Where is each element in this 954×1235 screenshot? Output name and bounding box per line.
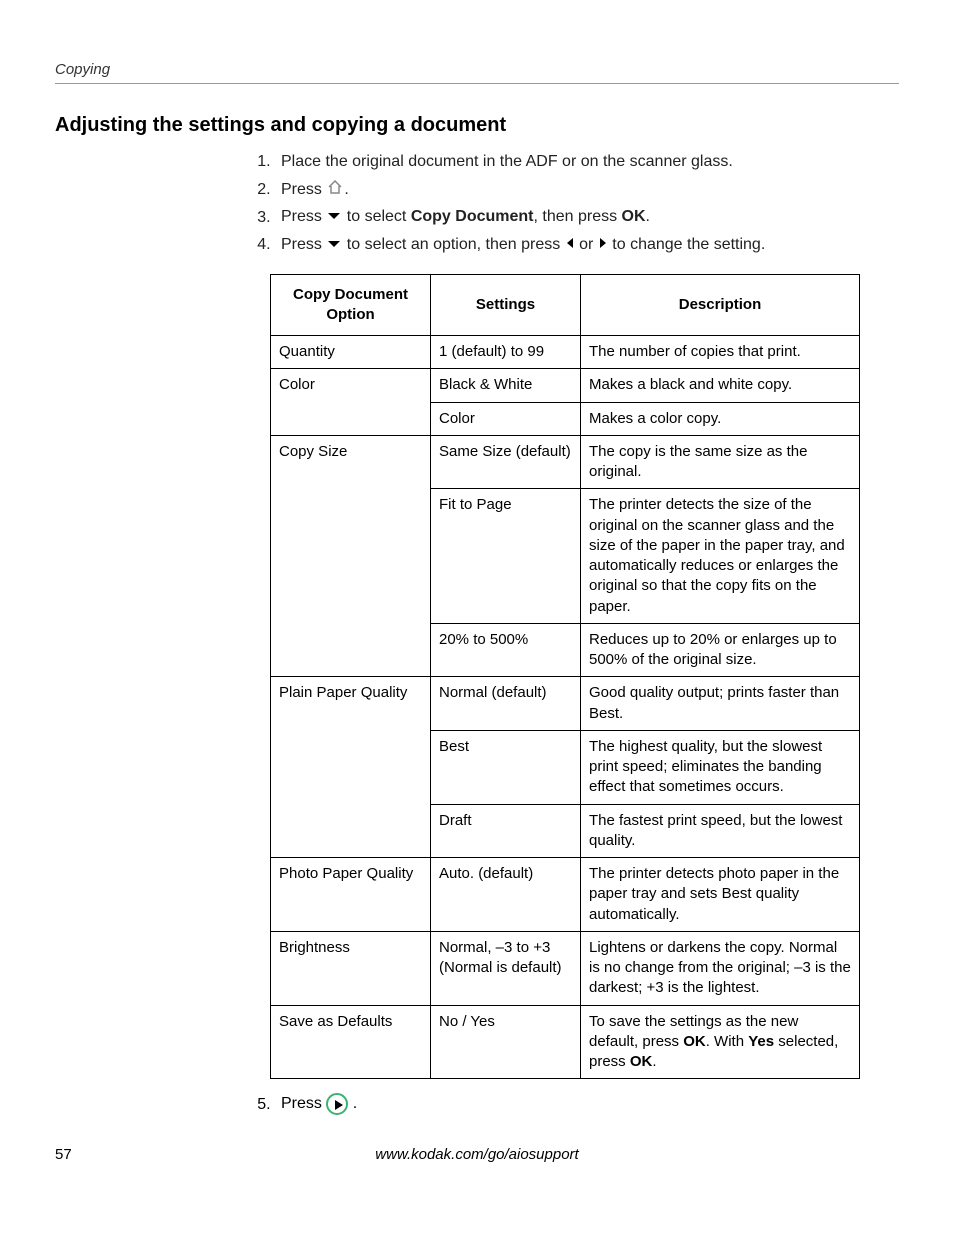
cell-desc: The fastest print speed, but the lowest … (581, 804, 860, 858)
cell-desc: The printer detects the size of the orig… (581, 489, 860, 624)
cell-setting: Draft (431, 804, 581, 858)
cell-option-empty (271, 489, 431, 624)
step-5: Press . (275, 1093, 899, 1115)
cell-desc: Good quality output; prints faster than … (581, 677, 860, 731)
table-row: Photo Paper Quality Auto. (default) The … (271, 858, 860, 932)
table-row: 20% to 500% Reduces up to 20% or enlarge… (271, 623, 860, 677)
cell-desc: The number of copies that print. (581, 336, 860, 369)
instruction-list: Place the original document in the ADF o… (55, 151, 899, 255)
footer-url: www.kodak.com/go/aiosupport (375, 1146, 578, 1163)
table-row: Quantity 1 (default) to 99 The number of… (271, 336, 860, 369)
step-5-text-a: Press (281, 1096, 326, 1113)
cell-desc: Lightens or darkens the copy. Normal is … (581, 931, 860, 1005)
cell-setting: Fit to Page (431, 489, 581, 624)
cell-option: Brightness (271, 931, 431, 1005)
cell-option: Save as Defaults (271, 1005, 431, 1079)
table-row: Fit to Page The printer detects the size… (271, 489, 860, 624)
play-start-icon (326, 1093, 348, 1115)
table-row: Draft The fastest print speed, but the l… (271, 804, 860, 858)
table-row: Best The highest quality, but the slowes… (271, 730, 860, 804)
step-1: Place the original document in the ADF o… (275, 151, 899, 173)
step-3-text-b: to select (342, 209, 410, 226)
step-3-text-d: , then press (534, 209, 622, 226)
cell-option-empty (271, 402, 431, 435)
cell-setting: 20% to 500% (431, 623, 581, 677)
cell-option: Copy Size (271, 435, 431, 489)
desc-text: . With (706, 1033, 749, 1050)
cell-desc: Reduces up to 20% or enlarges up to 500%… (581, 623, 860, 677)
cell-desc: The printer detects photo paper in the p… (581, 858, 860, 932)
col-header-settings: Settings (431, 274, 581, 336)
header-divider (55, 83, 899, 84)
table-row: Color Makes a color copy. (271, 402, 860, 435)
step-3-bold-ok: OK (622, 209, 646, 226)
table-row: Color Black & White Makes a black and wh… (271, 369, 860, 402)
cell-setting: Normal, –3 to +3 (Normal is default) (431, 931, 581, 1005)
cell-desc: To save the settings as the new default,… (581, 1005, 860, 1079)
step-4-text-b: to select an option, then press (342, 236, 564, 253)
step-3-text-f: . (646, 209, 650, 226)
table-row: Plain Paper Quality Normal (default) Goo… (271, 677, 860, 731)
step-2: Press . (275, 179, 899, 201)
cell-option: Color (271, 369, 431, 402)
step-4: Press to select an option, then press or… (275, 234, 899, 256)
step-4-text-c: or (575, 236, 598, 253)
cell-desc: Makes a color copy. (581, 402, 860, 435)
col-header-option: Copy Document Option (271, 274, 431, 336)
cell-option: Photo Paper Quality (271, 858, 431, 932)
cell-setting: Best (431, 730, 581, 804)
right-arrow-icon (599, 234, 607, 256)
cell-setting: Normal (default) (431, 677, 581, 731)
col-header-description: Description (581, 274, 860, 336)
copy-document-options-table: Copy Document Option Settings Descriptio… (270, 274, 860, 1080)
cell-setting: No / Yes (431, 1005, 581, 1079)
desc-bold-yes: Yes (748, 1033, 774, 1050)
cell-option-empty (271, 804, 431, 858)
step-4-text-a: Press (281, 236, 326, 253)
cell-setting: Color (431, 402, 581, 435)
page-title: Adjusting the settings and copying a doc… (55, 112, 899, 139)
desc-text: . (652, 1053, 656, 1070)
step-4-text-d: to change the setting. (608, 236, 765, 253)
step-3-bold-copy-document: Copy Document (411, 209, 534, 226)
table-row: Save as Defaults No / Yes To save the se… (271, 1005, 860, 1079)
cell-option-empty (271, 730, 431, 804)
footer-row: 57 www.kodak.com/go/aiosupport (55, 1145, 899, 1165)
left-arrow-icon (566, 234, 574, 256)
cell-option: Quantity (271, 336, 431, 369)
page-footer: 57 www.kodak.com/go/aiosupport (55, 1145, 899, 1165)
table-row: Brightness Normal, –3 to +3 (Normal is d… (271, 931, 860, 1005)
cell-setting: Same Size (default) (431, 435, 581, 489)
cell-desc: Makes a black and white copy. (581, 369, 860, 402)
down-arrow-icon (327, 234, 341, 256)
step-3-text-a: Press (281, 209, 326, 226)
step-2-text-a: Press (281, 181, 326, 198)
cell-option: Plain Paper Quality (271, 677, 431, 731)
step-2-text-b: . (344, 181, 348, 198)
table-row: Copy Size Same Size (default) The copy i… (271, 435, 860, 489)
cell-option-empty (271, 623, 431, 677)
cell-setting: Auto. (default) (431, 858, 581, 932)
header-section-label: Copying (55, 60, 899, 80)
cell-desc: The copy is the same size as the origina… (581, 435, 860, 489)
page-number: 57 (55, 1145, 72, 1165)
down-arrow-icon (327, 206, 341, 228)
home-icon (327, 179, 343, 201)
instruction-list-continued: Press . (55, 1093, 899, 1115)
desc-bold-ok: OK (630, 1053, 653, 1070)
cell-desc: The highest quality, but the slowest pri… (581, 730, 860, 804)
table-header-row: Copy Document Option Settings Descriptio… (271, 274, 860, 336)
cell-setting: 1 (default) to 99 (431, 336, 581, 369)
cell-setting: Black & White (431, 369, 581, 402)
desc-bold-ok: OK (683, 1033, 706, 1050)
step-3: Press to select Copy Document, then pres… (275, 206, 899, 228)
step-5-text-b: . (348, 1096, 357, 1113)
